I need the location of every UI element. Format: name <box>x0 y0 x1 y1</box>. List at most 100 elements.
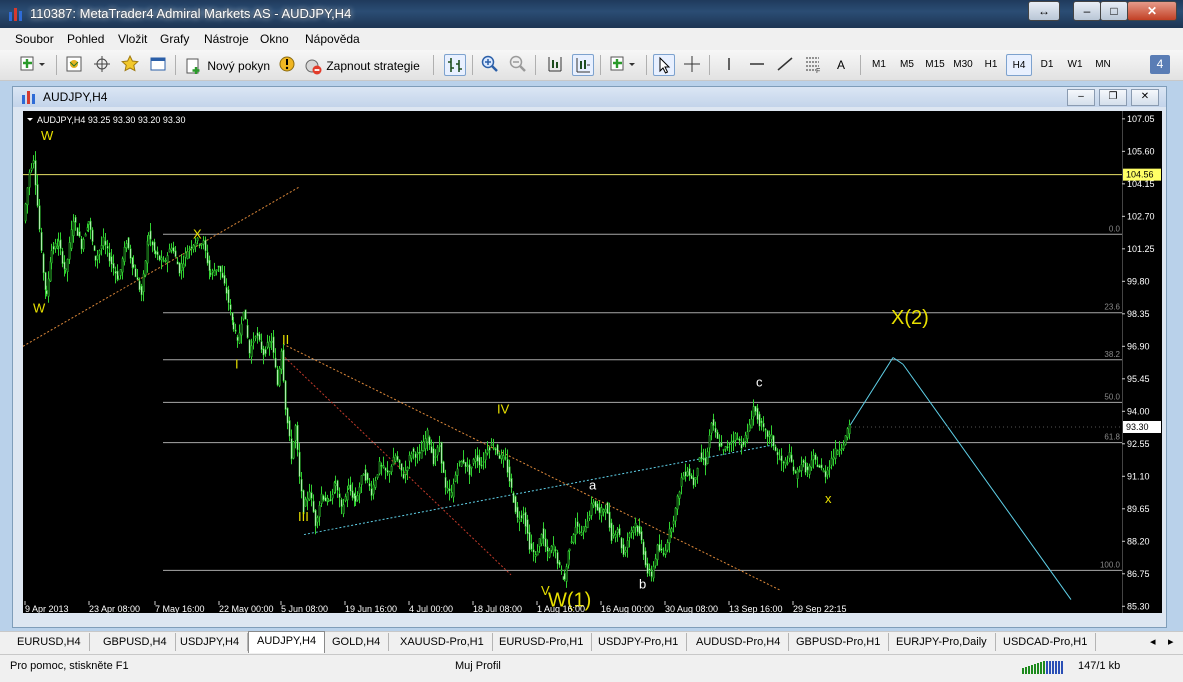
chart-shift-icon <box>548 57 562 72</box>
candle-body <box>406 467 409 471</box>
candle-body <box>420 450 423 459</box>
candle-body <box>806 466 809 471</box>
candle-body <box>349 484 352 492</box>
horizontal-line-button[interactable] <box>746 54 768 76</box>
chart-shift-button[interactable] <box>544 54 566 76</box>
timeframe-mn-button[interactable]: MN <box>1090 54 1116 76</box>
candle-body <box>696 467 699 477</box>
chart-tab[interactable]: XAUUSD-Pro,H1 <box>392 633 493 651</box>
candle-body <box>588 515 591 519</box>
maximize-button[interactable]: □ <box>1100 1 1128 21</box>
alert-button[interactable] <box>276 54 298 76</box>
new-chart-button[interactable] <box>18 54 48 76</box>
x-tick-label: 18 Jul 08:00 <box>473 604 522 613</box>
terminal-button[interactable] <box>147 54 169 76</box>
menu-okno[interactable]: Okno <box>260 32 289 46</box>
timeframe-d1-button[interactable]: D1 <box>1034 54 1060 76</box>
window-titlebar[interactable]: 110387: MetaTrader4 Admiral Markets AS -… <box>0 0 1183 28</box>
candle-body <box>166 255 169 263</box>
status-profile[interactable]: Muj Profil <box>455 660 501 672</box>
candle-body <box>123 247 126 262</box>
candle-body <box>812 454 815 460</box>
minimize-button[interactable]: – <box>1073 1 1101 21</box>
candle-body <box>308 491 311 500</box>
candle-body <box>716 432 719 439</box>
chart-tab[interactable]: USDJPY-Pro,H1 <box>590 633 688 651</box>
candle-body <box>87 221 90 225</box>
candle-body <box>674 507 677 522</box>
menu-vlozit[interactable]: Vložit <box>118 32 147 46</box>
auto-trading-button[interactable]: Zapnout strategie <box>303 54 425 76</box>
favorites-button[interactable] <box>119 54 141 76</box>
chart-plot-area[interactable]: AUDJPY,H4 93.25 93.30 93.20 93.30 0.0 23.6… <box>22 111 1122 614</box>
candle-body <box>344 496 347 501</box>
new-order-button[interactable]: Nový pokyn <box>184 54 274 76</box>
bar-chart-button[interactable] <box>444 54 466 76</box>
app-icon <box>9 8 22 21</box>
timeframe-m5-button[interactable]: M5 <box>894 54 920 76</box>
vertical-line-button[interactable] <box>718 54 740 76</box>
navigator-button[interactable] <box>91 54 113 76</box>
candle-body <box>402 473 405 479</box>
auto-scroll-button[interactable] <box>572 54 594 76</box>
candle-body <box>468 464 471 476</box>
restore-size-button[interactable]: ↔ <box>1028 1 1060 21</box>
menu-pohled[interactable]: Pohled <box>67 32 104 46</box>
chart-tab[interactable]: EURJPY-Pro,Daily <box>888 633 996 651</box>
timeframe-m30-button[interactable]: M30 <box>950 54 976 76</box>
tabs-scroll-right-icon[interactable]: ▸ <box>1160 633 1182 651</box>
y-tick-label: 101.25 <box>1127 244 1155 254</box>
fibonacci-button[interactable]: F <box>802 54 824 76</box>
chart-minimize-button[interactable]: – <box>1067 89 1095 106</box>
counter-badge[interactable]: 4 <box>1150 55 1170 74</box>
trendline-button[interactable] <box>774 54 796 76</box>
close-button[interactable]: ✕ <box>1127 1 1177 21</box>
menu-grafy[interactable]: Grafy <box>160 32 189 46</box>
chart-tab[interactable]: USDJPY,H4 <box>172 633 249 651</box>
cursor-arrow-icon <box>659 56 671 74</box>
candle-body <box>654 558 657 567</box>
candle-body <box>714 427 717 433</box>
indicators-button[interactable] <box>608 54 638 76</box>
chart-tab[interactable]: AUDJPY,H4 <box>248 631 326 653</box>
candle-body <box>694 477 697 480</box>
fibo-level-label: 0.0 <box>1109 224 1121 233</box>
candle-body <box>246 324 249 338</box>
chart-tab[interactable]: USDCAD-Pro,H1 <box>995 633 1097 651</box>
timeframe-m1-button[interactable]: M1 <box>866 54 892 76</box>
chart-restore-button[interactable]: ❐ <box>1099 89 1127 106</box>
wave-label: W <box>41 128 54 143</box>
candle-body <box>360 475 363 485</box>
candle-body <box>770 434 773 440</box>
zoom-in-button[interactable] <box>479 54 501 76</box>
timeframe-h4-button[interactable]: H4 <box>1006 54 1032 76</box>
chart-close-button[interactable]: ✕ <box>1131 89 1159 106</box>
candle-body <box>640 531 643 541</box>
chart-tab[interactable]: EURUSD,H4 <box>9 633 90 651</box>
chart-tab[interactable]: AUDUSD-Pro,H4 <box>688 633 790 651</box>
menu-napoveda[interactable]: Nápověda <box>305 32 360 46</box>
zoom-out-button[interactable] <box>507 54 529 76</box>
candle-body <box>466 465 469 467</box>
timeframe-w1-button[interactable]: W1 <box>1062 54 1088 76</box>
cursor-tool-button[interactable] <box>653 54 675 76</box>
chart-tab[interactable]: GBPUSD-Pro,H1 <box>788 633 890 651</box>
menu-soubor[interactable]: Soubor <box>15 32 54 46</box>
chart-tab[interactable]: GOLD,H4 <box>324 633 390 651</box>
chart-window-titlebar[interactable]: AUDJPY,H4 – ❐ ✕ <box>13 87 1166 107</box>
candle-body <box>178 262 181 274</box>
timeframe-h1-button[interactable]: H1 <box>978 54 1004 76</box>
crosshair-tool-button[interactable] <box>681 54 703 76</box>
chart-tab[interactable]: GBPUSD,H4 <box>95 633 176 651</box>
candle-body <box>592 502 595 506</box>
candle-body <box>200 243 203 246</box>
candle-body <box>76 227 79 236</box>
chart-tab[interactable]: EURUSD-Pro,H1 <box>491 633 593 651</box>
price-scale[interactable]: 107.05 105.60 104.15 102.70 101.25 99.80 98.35… <box>1121 111 1162 613</box>
candle-body <box>93 245 96 251</box>
market-watch-button[interactable] <box>63 54 85 76</box>
menu-nastroje[interactable]: Nástroje <box>204 32 249 46</box>
candle-body <box>394 455 397 462</box>
text-label-button[interactable]: A <box>830 54 852 76</box>
timeframe-m15-button[interactable]: M15 <box>922 54 948 76</box>
